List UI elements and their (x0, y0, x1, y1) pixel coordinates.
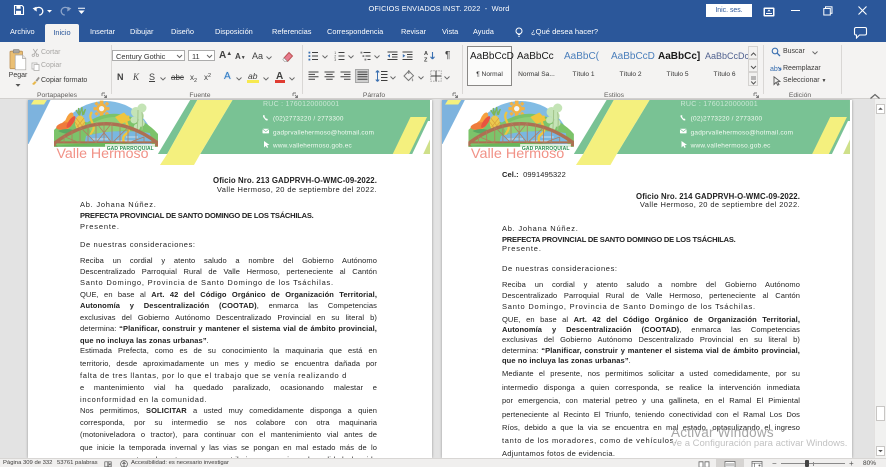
svg-text:3: 3 (334, 58, 336, 61)
svg-text:Z: Z (424, 57, 428, 62)
svg-text:ab: ab (770, 66, 778, 73)
svg-text:A: A (424, 51, 428, 57)
